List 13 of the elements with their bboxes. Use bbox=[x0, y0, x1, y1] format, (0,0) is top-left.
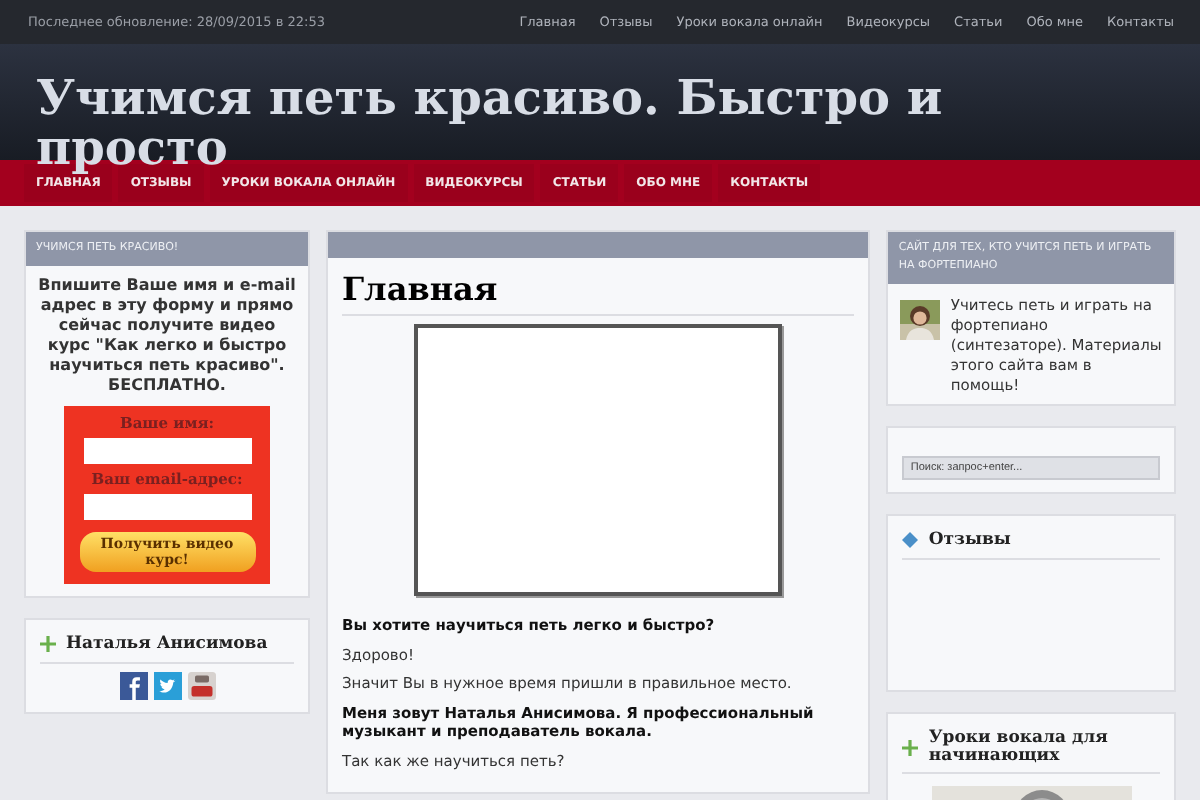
page-title: Главная bbox=[342, 270, 855, 316]
facebook-icon[interactable] bbox=[119, 671, 147, 699]
email-input-field[interactable] bbox=[83, 494, 251, 520]
name-input-field[interactable] bbox=[83, 438, 251, 464]
tag-icon bbox=[902, 532, 919, 549]
plus-icon bbox=[40, 636, 56, 653]
plus-icon bbox=[902, 739, 919, 755]
twitter-icon[interactable] bbox=[153, 671, 181, 699]
widget-title: Наталья Анисимова bbox=[66, 636, 268, 653]
widget-title: Отзывы bbox=[928, 532, 1011, 549]
widget-title: Уроки вокала для начинающих bbox=[928, 730, 1110, 764]
signup-intro-text: Впишите Ваше имя и e-mail адрес в эту форму и прямо сейчас получите видео курс "Как легко и быстро научиться петь красиво". БЕСПЛАТНО. bbox=[38, 276, 296, 396]
video-frame[interactable] bbox=[414, 324, 783, 596]
